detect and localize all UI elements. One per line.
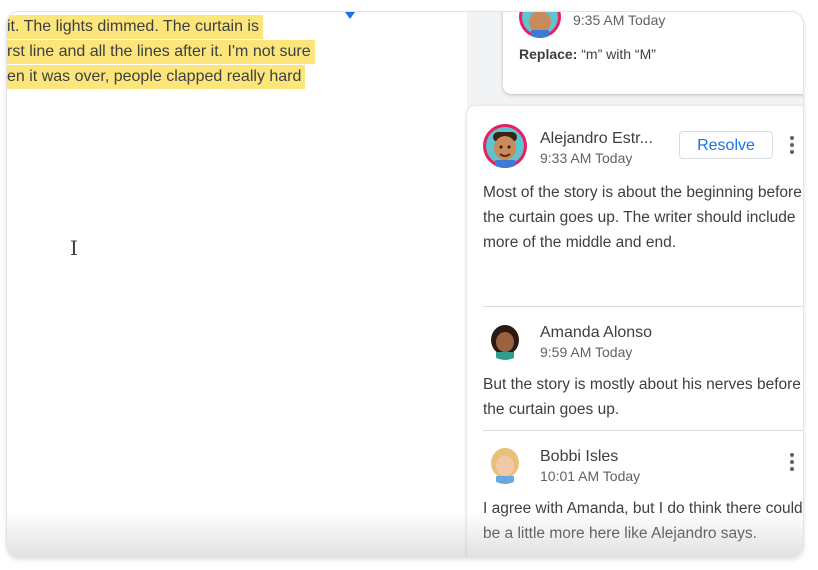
replace-detail: “m” with “M”	[581, 46, 656, 62]
comments-sidebar: 9:35 AM Today Replace: “m” with “M” Alej…	[467, 12, 803, 557]
comment-author: Alejandro Estr...	[540, 130, 653, 147]
comment-author: Amanda Alonso	[540, 324, 653, 341]
highlighted-text-line[interactable]: rst line and all the lines after it. I'm…	[7, 40, 315, 64]
comment-text: But the story is mostly about his nerves…	[483, 376, 801, 418]
comment-timestamp: 9:59 AM Today	[540, 344, 633, 360]
app-window: it. The lights dimmed. The curtain is rs…	[7, 12, 803, 557]
comment-thread-card[interactable]: Alejandro Estr... 9:33 AM Today Resolve …	[467, 106, 803, 557]
comment-timestamp: 10:01 AM Today	[540, 468, 641, 484]
bobbi-avatar	[485, 444, 525, 484]
ruler-indent-marker[interactable]	[345, 12, 355, 19]
comment-timestamp: 9:33 AM Today	[540, 150, 633, 166]
comment-divider	[483, 306, 803, 307]
more-options-icon[interactable]	[787, 134, 797, 156]
suggestion-card[interactable]: 9:35 AM Today Replace: “m” with “M”	[503, 12, 803, 94]
document-canvas[interactable]: it. The lights dimmed. The curtain is rs…	[7, 12, 467, 557]
resolve-button[interactable]: Resolve	[679, 131, 773, 159]
replace-label: Replace:	[519, 46, 578, 62]
comment-text: Most of the story is about the beginning…	[483, 184, 802, 251]
comment-text: I agree with Amanda, but I do think ther…	[483, 500, 803, 542]
suggester-avatar	[519, 12, 561, 38]
suggestion-replace-text: Replace: “m” with “M”	[519, 46, 656, 62]
more-options-icon[interactable]	[787, 451, 797, 473]
amanda-avatar	[485, 320, 525, 360]
highlighted-text-line[interactable]: en it was over, people clapped really ha…	[7, 65, 306, 89]
alejandro-avatar	[483, 124, 527, 168]
text-cursor-icon: I	[70, 236, 78, 260]
suggestion-timestamp: 9:35 AM Today	[573, 12, 666, 28]
comment-divider	[483, 430, 803, 431]
comment-author: Bobbi Isles	[540, 448, 619, 465]
highlighted-text-line[interactable]: it. The lights dimmed. The curtain is	[7, 15, 263, 39]
